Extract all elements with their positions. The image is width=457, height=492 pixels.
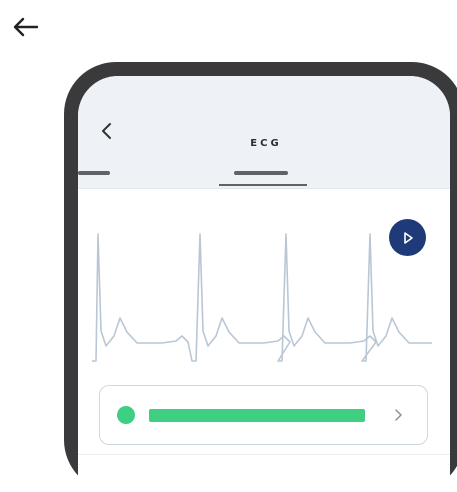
status-dot xyxy=(117,406,135,424)
phone-screen: ECG xyxy=(78,76,450,492)
status-bar xyxy=(149,409,365,422)
screen-header: ECG xyxy=(78,76,450,188)
back-arrow-icon[interactable] xyxy=(8,12,42,42)
chevron-right-icon xyxy=(390,405,406,425)
ecg-summary-card[interactable] xyxy=(99,385,428,445)
tab-ecg[interactable] xyxy=(234,171,288,175)
header-divider xyxy=(78,188,450,189)
section-divider xyxy=(78,454,450,455)
tab-previous[interactable] xyxy=(78,171,110,175)
ecg-waveform xyxy=(92,233,432,362)
screen-title: ECG xyxy=(250,138,282,149)
phone-frame: ECG xyxy=(64,62,457,492)
active-tab-indicator xyxy=(219,184,307,186)
chevron-left-icon[interactable] xyxy=(96,120,116,142)
